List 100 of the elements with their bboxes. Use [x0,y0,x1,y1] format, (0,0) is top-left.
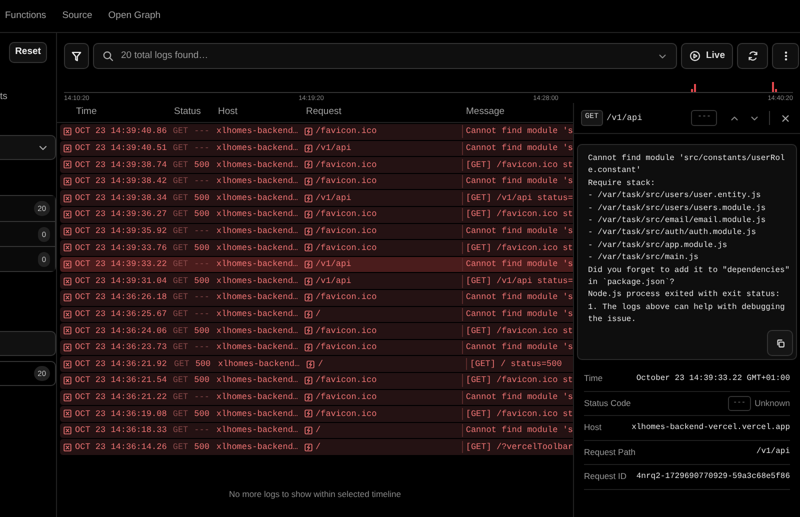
search-input[interactable]: 20 total logs found… [121,48,650,64]
time-cell: OCT 23 14:39:40.86 [75,125,167,138]
time-cell: OCT 23 14:36:25.67 [75,308,167,321]
method-cell: GET [172,208,188,222]
log-row[interactable]: OCT 23 14:36:21.22 GET --- xlhomes-backend… /favicon.ico Cannot find module 's [60,390,573,406]
request-cell: / [316,308,321,321]
log-row[interactable]: OCT 23 14:39:31.04 GET 500 xlhomes-backend… /v1/api [GET] /v1/api status= [60,273,573,289]
host-cell-text: xlhomes-backend… [216,324,300,338]
log-row[interactable]: OCT 23 14:36:23.73 GET --- xlhomes-backend… /favicon.ico Cannot find module 's [60,340,573,356]
log-row[interactable]: OCT 23 14:39:38.74 GET 500 xlhomes-backend… /favicon.ico [GET] /favicon.ico st [60,157,573,173]
method-cell: GET [172,224,188,238]
log-row[interactable]: OCT 23 14:39:40.86 GET --- xlhomes-backend… /favicon.ico Cannot find module 's [60,124,573,140]
status-cell: --- [194,125,210,138]
log-row[interactable]: OCT 23 14:39:35.92 GET --- xlhomes-backend… /favicon.ico Cannot find module 's [60,224,573,240]
filter-icon [70,50,83,62]
log-row[interactable]: OCT 23 14:39:40.51 GET --- xlhomes-backend… /v1/api Cannot find module 's [60,140,573,156]
status-cell: 500 [194,192,210,205]
error-icon [63,160,72,170]
time-cell: OCT 23 14:39:33.76 [75,242,167,254]
request-cell: /favicon.ico [316,175,377,188]
function-icon [304,293,312,302]
host-cell-text: xlhomes-backend… [216,158,300,172]
log-row[interactable]: OCT 23 14:36:21.92 GET 500 xlhomes-backend… / [GET] / status=500 [60,356,573,372]
log-row[interactable]: OCT 23 14:36:25.67 GET --- xlhomes-backend… / Cannot find module 's [60,306,573,322]
reset-button[interactable]: Reset [9,42,47,63]
request-cell: /favicon.ico [316,341,377,354]
column-header[interactable]: Time [57,104,174,120]
error-icon [63,243,72,252]
error-icon [63,177,72,186]
time-cell: OCT 23 14:39:35.92 [75,224,167,238]
log-row[interactable]: OCT 23 14:36:18.33 GET --- xlhomes-backend… / Cannot find module 's [60,422,573,438]
request-path: /v1/api [606,112,644,124]
request-cell: /favicon.ico [316,390,377,404]
log-row[interactable]: OCT 23 14:36:14.26 GET 500 xlhomes-backend… / [GET] /?vercelToolbar [60,439,573,455]
log-row[interactable]: OCT 23 14:36:21.54 GET 500 xlhomes-backend… /favicon.ico [GET] /favicon.ico st [60,372,573,388]
status-cell: 500 [194,324,210,338]
log-row[interactable]: OCT 23 14:36:19.08 GET 500 xlhomes-backend… /favicon.ico [GET] /favicon.ico st [60,406,573,422]
time-cell: OCT 23 14:36:14.26 [75,440,167,454]
method-cell: GET [172,374,188,388]
request-cell: /favicon.ico [316,158,377,172]
column-header[interactable]: Status [174,104,218,120]
status-cell: --- [194,258,210,271]
column-header[interactable]: Host [218,104,306,120]
time-cell: OCT 23 14:36:26.18 [75,291,167,304]
column-header[interactable]: Request [306,104,466,120]
message-cell: [GET] /favicon.ico st [466,408,573,419]
message-cell: [GET] /favicon.ico st [466,375,573,386]
nav-tab[interactable]: Open Graph [108,8,161,24]
log-row[interactable]: OCT 23 14:39:33.22 GET --- xlhomes-backend… /v1/api Cannot find module 's [60,256,573,272]
function-icon [304,442,312,452]
status-cell: --- [194,175,210,188]
request-cell: /favicon.ico [316,374,377,388]
error-icon [63,226,72,236]
input-field[interactable] [0,331,56,356]
log-row[interactable]: OCT 23 14:39:33.76 GET 500 xlhomes-backend… /favicon.ico [GET] /favicon.ico st [60,240,573,256]
error-icon [63,343,72,352]
log-row[interactable]: OCT 23 14:39:38.42 GET --- xlhomes-backend… /favicon.ico Cannot find module 's [60,174,573,190]
live-button[interactable]: Live [680,43,733,69]
message-cell: Cannot find module 's [466,392,573,402]
property-label: Host [584,421,602,434]
status-cell: --- [194,308,210,321]
search-field[interactable]: 20 total logs found… [93,43,677,69]
request-cell: /favicon.ico [316,291,377,304]
function-icon [304,177,312,186]
filter-button[interactable] [64,43,89,69]
error-icon [63,376,72,386]
nav-tab[interactable]: Source [62,8,92,24]
log-row[interactable]: OCT 23 14:36:26.18 GET --- xlhomes-backend… /favicon.ico Cannot find module 's [60,290,573,306]
time-cell: OCT 23 14:36:23.73 [75,341,167,354]
method-cell: GET [172,341,188,354]
log-row[interactable]: OCT 23 14:39:38.34 GET 500 xlhomes-backend… /v1/api [GET] /v1/api status= [60,190,573,206]
status-cell: 500 [194,440,210,454]
request-cell: / [318,358,324,370]
request-cell: /favicon.ico [316,125,377,138]
function-icon [304,426,312,435]
time-cell: OCT 23 14:36:24.06 [75,324,167,338]
time-cell: OCT 23 14:39:40.51 [75,142,167,155]
method-cell: GET [172,142,188,155]
host-cell-text: xlhomes-backend… [216,224,300,238]
message-cell: Cannot find module 's [466,308,573,319]
close-icon [780,112,790,124]
host-cell-text: xlhomes-backend… [216,291,300,304]
filter-label: ts [0,90,8,104]
status-cell: --- [194,291,210,304]
refresh-button[interactable] [737,43,768,69]
property-value: October 23 14:39:33.22 GMT+01:00 [636,372,790,385]
refresh-icon [746,50,758,62]
copy-button[interactable] [767,330,793,356]
column-header[interactable]: Message [466,104,566,120]
time-cell: OCT 23 14:39:38.42 [75,175,167,188]
nav-tab[interactable]: Functions [5,8,46,24]
request-cell: /v1/api [316,258,352,271]
message-cell: Cannot find module 's [466,259,573,270]
method-cell: GET [172,242,188,254]
message-cell: Cannot find module 's [466,143,573,154]
host-cell-text: xlhomes-backend… [216,308,300,321]
method-cell: GET [172,125,188,138]
function-icon [304,409,312,418]
log-row[interactable]: OCT 23 14:36:24.06 GET 500 xlhomes-backend… /favicon.ico [GET] /favicon.ico st [60,323,573,339]
log-row[interactable]: OCT 23 14:39:36.27 GET 500 xlhomes-backend… /favicon.ico [GET] /favicon.ico st [60,206,573,223]
